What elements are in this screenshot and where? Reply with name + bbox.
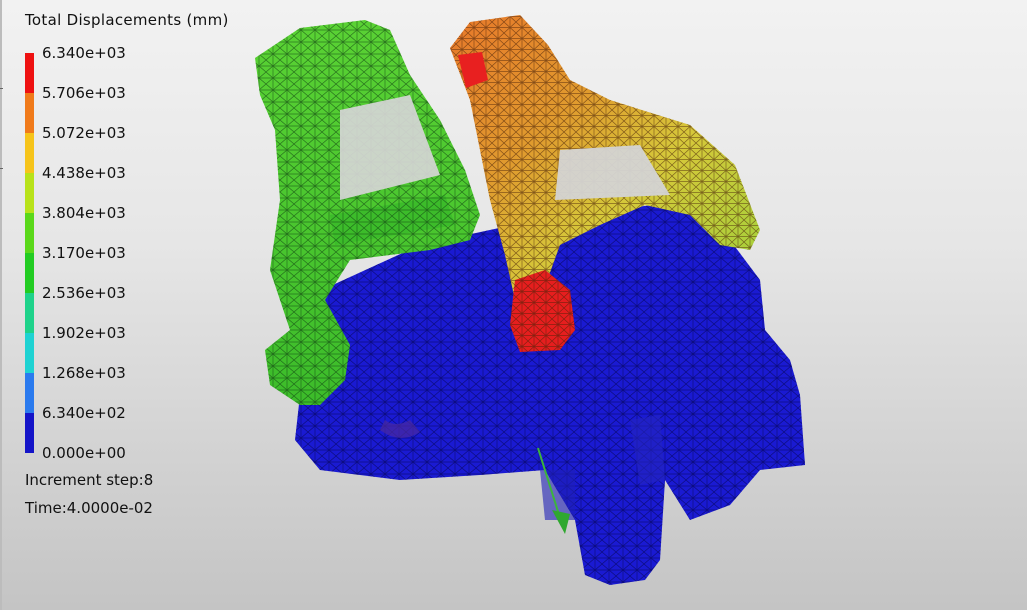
legend-label: 5.072e+03 [42, 124, 126, 142]
legend-swatch [25, 333, 34, 373]
legend-swatch [25, 253, 34, 293]
legend-label: 6.340e+03 [42, 44, 126, 62]
legend-swatch [25, 413, 34, 453]
legend-label: 4.438e+03 [42, 164, 126, 182]
legend-label: 5.706e+03 [42, 84, 126, 102]
legend-label: 6.340e+02 [42, 404, 126, 422]
legend-title: Total Displacements (mm) [25, 11, 229, 29]
legend-swatch [25, 293, 34, 333]
legend-label: 1.902e+03 [42, 324, 126, 342]
time-text: Time:4.0000e-02 [25, 499, 153, 517]
legend-label: 1.268e+03 [42, 364, 126, 382]
legend-label: 2.536e+03 [42, 284, 126, 302]
legend-swatch [25, 93, 34, 133]
legend-swatch [25, 173, 34, 213]
legend-color-bar [25, 53, 34, 453]
legend-swatch [25, 133, 34, 173]
legend-label: 0.000e+00 [42, 444, 126, 462]
legend-swatch [25, 213, 34, 253]
legend-swatch [25, 373, 34, 413]
fem-model-viewport[interactable] [0, 0, 1027, 610]
legend-swatch [25, 53, 34, 93]
legend-label: 3.804e+03 [42, 204, 126, 222]
legend-label: 3.170e+03 [42, 244, 126, 262]
increment-step-text: Increment step:8 [25, 471, 154, 489]
